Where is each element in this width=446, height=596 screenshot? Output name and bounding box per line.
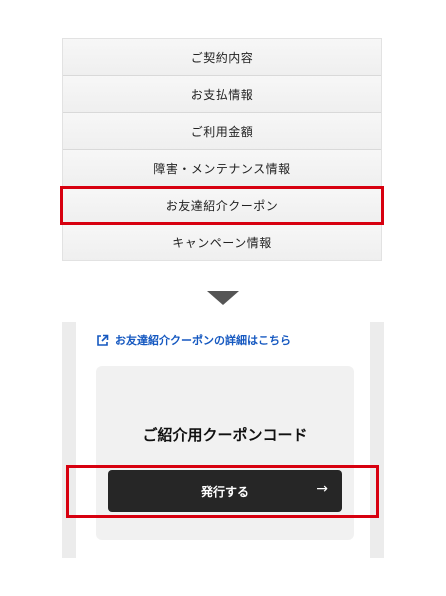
- menu-item-label: キャンペーン情報: [172, 235, 272, 250]
- menu-item-maintenance[interactable]: 障害・メンテナンス情報: [63, 150, 381, 187]
- menu-item-payment[interactable]: お支払情報: [63, 76, 381, 113]
- menu-item-friend-coupon[interactable]: お友達紹介クーポン: [60, 186, 384, 225]
- menu-item-contract[interactable]: ご契約内容: [63, 39, 381, 76]
- menu-item-label: お友達紹介クーポン: [165, 198, 279, 213]
- account-menu: ご契約内容 お支払情報 ご利用金額 障害・メンテナンス情報 お友達紹介クーポン …: [60, 38, 384, 261]
- menu-item-usage-amount[interactable]: ご利用金額: [63, 113, 381, 150]
- coupon-detail-link-label: お友達紹介クーポンの詳細はこちら: [115, 334, 291, 347]
- coupon-detail-link[interactable]: お友達紹介クーポンの詳細はこちら: [96, 332, 291, 348]
- coupon-code-title: ご紹介用クーポンコード: [142, 426, 308, 444]
- highlight-frame: [66, 465, 379, 518]
- menu-item-campaign[interactable]: キャンペーン情報: [63, 224, 381, 260]
- external-link-icon: [96, 334, 109, 347]
- menu-item-label: ご利用金額: [190, 124, 254, 139]
- triangle-down-icon: [207, 291, 239, 305]
- menu-item-label: お支払情報: [190, 87, 254, 102]
- coupon-panel-content: お友達紹介クーポンの詳細はこちら ご紹介用クーポンコード 発行する →: [76, 322, 370, 558]
- coupon-panel: お友達紹介クーポンの詳細はこちら ご紹介用クーポンコード 発行する →: [62, 322, 384, 558]
- menu-item-label: 障害・メンテナンス情報: [153, 161, 291, 176]
- menu-item-label: ご契約内容: [190, 50, 254, 65]
